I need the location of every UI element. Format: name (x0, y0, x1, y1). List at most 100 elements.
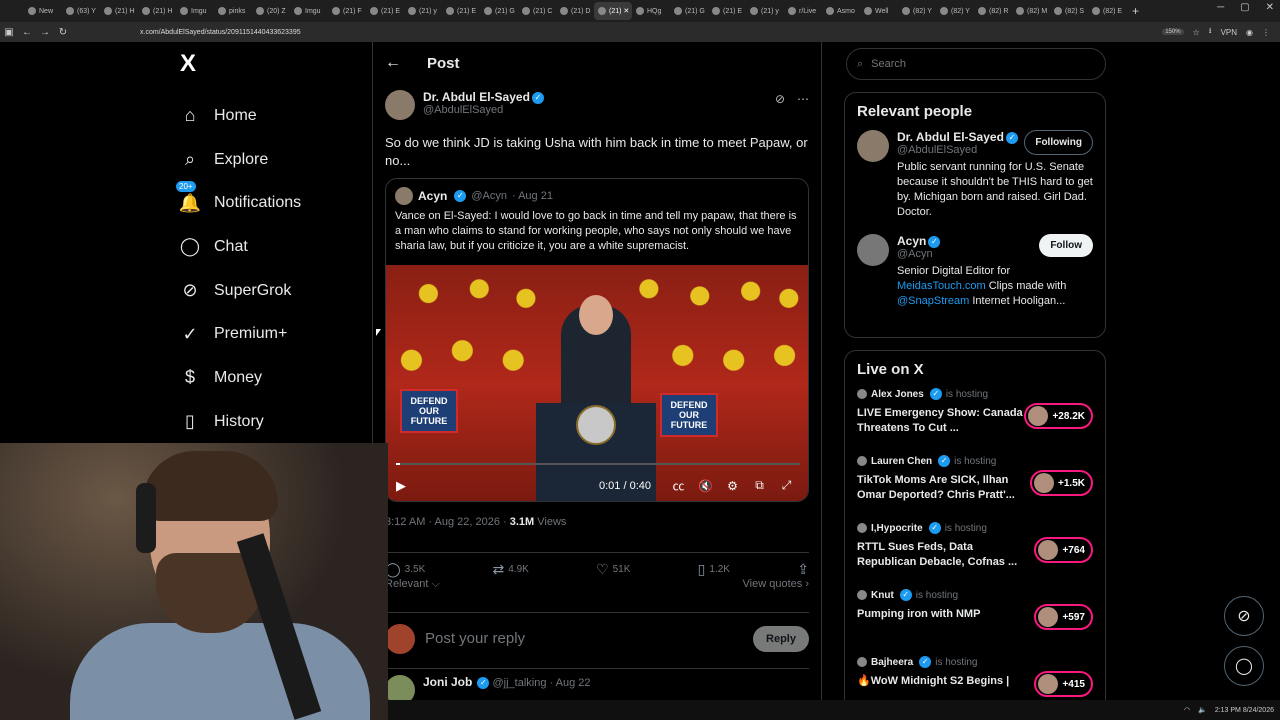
listener-pill[interactable]: +597 (1034, 604, 1093, 630)
reply-input[interactable]: Post your reply (425, 630, 743, 647)
account-icon[interactable]: ◉ (1246, 28, 1253, 37)
sidebar-toggle-icon[interactable]: ▣ (0, 27, 18, 38)
nav-item-premium[interactable]: ✓ Premium+ (170, 312, 370, 356)
bio-link[interactable]: MeidasTouch.com (897, 280, 986, 292)
download-icon[interactable]: ⭳ (1209, 25, 1212, 39)
nav-item-money[interactable]: $ Money (170, 356, 370, 400)
author-name[interactable]: Dr. Abdul El-Sayed (423, 90, 530, 104)
video-player[interactable]: DEFEND OUR FUTURE DEFEND OUR FUTURE ▶ 0:… (386, 265, 808, 501)
wifi-icon[interactable]: ◠ (1184, 706, 1190, 714)
more-icon[interactable]: ⋯ (797, 92, 809, 106)
browser-tab[interactable]: (21) E (708, 2, 746, 20)
following-button[interactable]: Following (1024, 130, 1093, 155)
reply-author-name[interactable]: Joni Job (423, 675, 472, 689)
reload-icon[interactable]: ↻ (54, 27, 72, 38)
video-progress-bar[interactable] (396, 463, 800, 465)
menu-icon[interactable]: ⋮ (1262, 28, 1270, 37)
browser-tab[interactable]: (21) D (556, 2, 594, 20)
browser-tab[interactable]: (63) Y (62, 2, 100, 20)
messages-fab[interactable]: ◯ (1224, 646, 1264, 686)
host-name[interactable]: Bajheera (871, 657, 913, 668)
like-stat[interactable]: ♡ 51K (596, 561, 630, 578)
captions-icon[interactable]: ㏄ (665, 477, 692, 494)
close-icon[interactable]: ✕ (1266, 2, 1274, 13)
new-tab-icon[interactable]: + (1132, 4, 1139, 18)
live-item[interactable]: I,Hypocrite ✓ is hosting RTTL Sues Feds, Da… (857, 522, 1093, 589)
browser-tab[interactable]: Imgu (176, 2, 214, 20)
listener-pill[interactable]: +764 (1034, 537, 1093, 563)
maximize-icon[interactable]: ▢ (1240, 2, 1249, 13)
live-item[interactable]: Alex Jones ✓ is hosting LIVE Emergency Show… (857, 388, 1093, 455)
browser-tab[interactable]: (82) Y (898, 2, 936, 20)
mute-icon[interactable]: 🔇 (692, 479, 719, 493)
listener-pill[interactable]: +28.2K (1024, 403, 1093, 429)
browser-tab[interactable]: (21) E (442, 2, 480, 20)
person-name[interactable]: Dr. Abdul El-Sayed (897, 130, 1004, 144)
nav-item-supergrok[interactable]: ⊘ SuperGrok (170, 269, 370, 313)
browser-tab[interactable]: HQg (632, 2, 670, 20)
listener-pill[interactable]: +1.5K (1030, 470, 1093, 496)
zoom-level[interactable]: 150% (1162, 29, 1184, 35)
avatar[interactable] (385, 623, 415, 654)
share-stat[interactable]: ⇪ (797, 561, 809, 578)
search-input[interactable]: ⌕ Search (846, 48, 1106, 80)
browser-tab[interactable]: (21) y (746, 2, 784, 20)
grok-fab[interactable]: ⊘ (1224, 596, 1264, 636)
nav-item-notifications[interactable]: 🔔 Notifications (170, 181, 370, 225)
post-author[interactable]: Dr. Abdul El-Sayed ✓ @AbdulElSayed (385, 90, 544, 120)
browser-tab[interactable]: (82) E (1088, 2, 1126, 20)
settings-icon[interactable]: ⚙ (719, 479, 746, 493)
browser-tab[interactable]: Asmo (822, 2, 860, 20)
live-item[interactable]: Lauren Chen ✓ is hosting TikTok Moms Are SI… (857, 455, 1093, 522)
browser-tab[interactable]: (20) Z (252, 2, 290, 20)
person-name[interactable]: Acyn (897, 234, 926, 248)
nav-item-chat[interactable]: ◯ Chat (170, 225, 370, 269)
nav-item-home[interactable]: ⌂ Home (170, 94, 370, 138)
browser-tab[interactable]: (21) H (138, 2, 176, 20)
star-icon[interactable]: ☆ (1193, 28, 1200, 37)
relevant-dropdown[interactable]: Relevant ⌵ (385, 578, 440, 591)
avatar[interactable] (385, 90, 415, 120)
quote-author-handle[interactable]: @Acyn (471, 190, 507, 202)
browser-tab[interactable]: (82) R (974, 2, 1012, 20)
browser-tab[interactable]: (21) H (100, 2, 138, 20)
host-name[interactable]: Lauren Chen (871, 456, 932, 467)
browser-tab[interactable]: (21) E (366, 2, 404, 20)
repost-stat[interactable]: ⇄ 4.9K (493, 561, 529, 578)
pip-icon[interactable]: ⧉ (746, 478, 773, 493)
browser-tab[interactable]: New (24, 2, 62, 20)
avatar[interactable] (857, 130, 889, 162)
follow-button[interactable]: Follow (1039, 234, 1093, 257)
view-quotes-link[interactable]: View quotes › (743, 578, 809, 591)
nav-item-history[interactable]: ▯ History (170, 400, 370, 444)
browser-tab[interactable]: r/Live (784, 2, 822, 20)
person-item[interactable]: Dr. Abdul El-Sayed ✓ @AbdulElSayed Public… (857, 130, 1093, 220)
browser-tab[interactable]: Imgu (290, 2, 328, 20)
play-icon[interactable]: ▶ (396, 478, 406, 494)
bio-link[interactable]: @SnapStream (897, 295, 969, 307)
vpn-badge[interactable]: VPN (1221, 28, 1237, 37)
browser-tab[interactable]: (82) S (1050, 2, 1088, 20)
reply-stat[interactable]: ◯ 3.5K (385, 561, 425, 578)
grok-icon[interactable]: ⊘ (775, 92, 785, 106)
x-logo[interactable]: X (180, 50, 370, 78)
bookmark-stat[interactable]: ▯ 1.2K (698, 561, 730, 578)
avatar[interactable] (857, 234, 889, 266)
live-item[interactable]: Knut ✓ is hosting Pumping iron with NMP +597 (857, 589, 1093, 656)
volume-icon[interactable]: 🔈 (1198, 706, 1207, 714)
browser-tab[interactable]: (82) M (1012, 2, 1050, 20)
clock[interactable]: 2:13 PM 8/24/2026 (1215, 707, 1274, 714)
fullscreen-icon[interactable]: ⤢ (773, 478, 800, 493)
nav-item-explore[interactable]: ⌕ Explore (170, 138, 370, 182)
browser-tab[interactable]: (21) y (404, 2, 442, 20)
browser-tab[interactable]: (21) ✕ (594, 2, 632, 20)
host-name[interactable]: Knut (871, 590, 894, 601)
browser-tab[interactable]: (21) F (328, 2, 366, 20)
browser-tab[interactable]: Well (860, 2, 898, 20)
listener-pill[interactable]: +415 (1034, 671, 1093, 697)
person-item[interactable]: Acyn ✓ @Acyn Senior Digital Editor for Me… (857, 234, 1093, 309)
forward-icon[interactable]: → (36, 27, 54, 38)
quote-author-name[interactable]: Acyn (418, 189, 447, 203)
browser-tab[interactable]: pinks (214, 2, 252, 20)
host-name[interactable]: I,Hypocrite (871, 523, 923, 534)
